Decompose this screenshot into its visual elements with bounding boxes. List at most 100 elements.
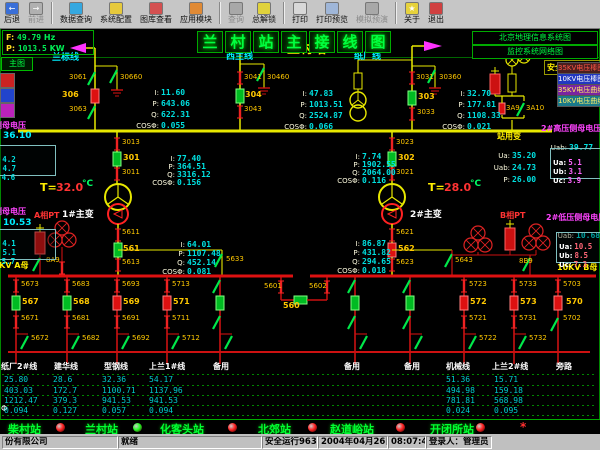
diagram-label: 5683 (72, 281, 90, 288)
breaker-571[interactable] (163, 296, 171, 310)
toolbar-button[interactable]: ★关于 (400, 0, 424, 30)
diagram-label: B相PT (500, 212, 525, 220)
diagram-label: 5633 (226, 256, 244, 263)
title-char: 图 (365, 31, 391, 53)
diagram-label: 3011 (122, 169, 140, 176)
toolbar: ←后退→前进数据查询系统配置图库查看应用模块查询总解锁打印打印预览模拟预演 ★关于… (0, 0, 600, 29)
print-preview-icon (325, 2, 339, 15)
toolbar-button[interactable]: 应用模块 (176, 0, 216, 30)
toolbar-button: 模拟预演 (352, 0, 392, 30)
diagram-label: 5722 (479, 335, 497, 342)
toolbar-button[interactable]: 系统配置 (96, 0, 136, 30)
diagram-label: 3043 (244, 106, 262, 113)
network-diagram-button[interactable]: 监控系统网络图 (472, 45, 598, 59)
diagram-label: 5731 (519, 315, 537, 322)
diagram-label: 15.71 (494, 376, 518, 384)
measurement-label: COSΦ: (332, 177, 360, 185)
measurement-label: COSΦ: (279, 123, 307, 131)
back-arrow-icon: ← (5, 2, 19, 15)
diagram-label: 5691 (122, 315, 140, 322)
diagram-label: 2#低压侧母电压 (546, 214, 600, 222)
diagram-label: 941.53 (149, 397, 178, 405)
diagram-label: 569 (123, 298, 140, 306)
toolbar-button: 查询 (224, 0, 248, 30)
measurement-block: I:32.70P:177.81Q:1108.33COSΦ:0.021 (437, 81, 501, 125)
diagram-label: A相PT (34, 212, 60, 220)
toolbar-button[interactable]: ←后退 (0, 0, 24, 30)
toolbar-button[interactable]: 图库查看 (136, 0, 176, 30)
diagram-label: 5711 (172, 315, 190, 322)
login-user-panel: 登录人：管理员 (426, 436, 492, 449)
gallery-icon (149, 2, 163, 15)
print-icon (293, 2, 307, 15)
toolbar-button[interactable]: 退出 (424, 0, 448, 30)
diagram-label: 低压侧母电压 (0, 208, 26, 216)
diagram-label: 上兰1#线 (149, 363, 185, 371)
breaker-304[interactable] (236, 89, 244, 103)
frequency-reading: F: 49.79 Hz (6, 32, 93, 43)
measurement-block: I:77.40P:364.51Q:3316.12COSΦ:0.156 (147, 146, 211, 178)
diagram-label: 备用 (404, 363, 420, 371)
breaker-303[interactable] (408, 91, 416, 105)
diagram-label: 0.095 (494, 407, 518, 415)
toolbar-button[interactable]: 打印预览 (312, 0, 352, 30)
phase-voltage-label: Uc: (553, 177, 566, 185)
breaker-573[interactable] (510, 296, 518, 310)
breaker-spare[interactable] (351, 296, 359, 310)
diagram-label: 301 (123, 154, 140, 162)
toolbar-button[interactable]: 总解锁 (248, 0, 280, 30)
module-icon (189, 2, 203, 15)
bus-voltage-box: Ua:5.1Ub:3.1Uc:3.9 (550, 148, 600, 179)
diagram-label: 机械线 (446, 363, 470, 371)
breaker-306[interactable] (91, 89, 99, 103)
measurement-block: I:64.01P:1107.48Q:452.14COSΦ:0.081 (157, 232, 221, 268)
breaker-spare[interactable] (406, 296, 414, 310)
diagram-label: 5692 (132, 335, 150, 342)
title-char: 接 (309, 31, 335, 53)
breaker-301[interactable] (113, 152, 121, 166)
toolbar-button-label: 图库查看 (140, 15, 172, 25)
side-shortcut-button[interactable] (0, 103, 15, 118)
geo-map-button[interactable]: 北京地理信息系统图 (472, 31, 598, 45)
toolbar-button: →前进 (24, 0, 48, 30)
page-title: 兰村站主接线图 (197, 31, 393, 53)
diagram-label: 303 (418, 93, 435, 101)
diagram-label: 旁路 (556, 363, 572, 371)
diagram-label: 5613 (122, 259, 140, 266)
side-shortcut-button[interactable] (0, 88, 15, 103)
diagram-label: 0.024 (446, 407, 470, 415)
about-icon: ★ (405, 2, 419, 15)
breaker-567[interactable] (12, 296, 20, 310)
measurement-label: COSΦ: (147, 179, 175, 187)
diagram-label: 5681 (72, 315, 90, 322)
toolbar-button[interactable]: 打印 (288, 0, 312, 30)
diagram-label: 纸厂线 (354, 53, 381, 62)
diagram-label: 5643 (455, 257, 473, 264)
toolbar-button-label: 打印 (292, 15, 308, 25)
toolbar-button-label: 查询 (228, 15, 244, 25)
side-shortcut-button[interactable] (0, 73, 15, 88)
voltage-chart-button[interactable]: 10KV电压曲线 (557, 95, 600, 107)
breaker-570[interactable] (554, 296, 562, 310)
breaker-spare[interactable] (216, 296, 224, 310)
diagram-label: 5682 (82, 335, 100, 342)
diagram-label: 高压侧母电压 (0, 122, 26, 130)
diagram-label: 32.36 (102, 376, 126, 384)
breaker-568[interactable] (63, 296, 71, 310)
diagram-label: 941.53 (102, 397, 131, 405)
measurement-label: COSΦ: (437, 123, 465, 131)
diagram-label: 5721 (469, 315, 487, 322)
toolbar-button-label: 前进 (28, 15, 44, 25)
diagram-label: 3061 (69, 74, 87, 81)
phase-voltage-value: 7.3 (572, 260, 588, 269)
breaker-569[interactable] (113, 296, 121, 310)
breaker-572[interactable] (460, 296, 468, 310)
toolbar-button[interactable]: 数据查询 (56, 0, 96, 30)
main-map-button[interactable]: 主图 (1, 57, 33, 71)
system-readings-panel: F: 49.79 Hz P: 1013.5 KW (2, 30, 94, 55)
toolbar-button-label: 系统配置 (100, 15, 132, 25)
diagram-label: 型钢线 (104, 363, 128, 371)
diagram-label: 0.127 (53, 407, 77, 415)
diagram-label: 781.81 (446, 397, 475, 405)
diagram-label: 3033 (417, 109, 435, 116)
